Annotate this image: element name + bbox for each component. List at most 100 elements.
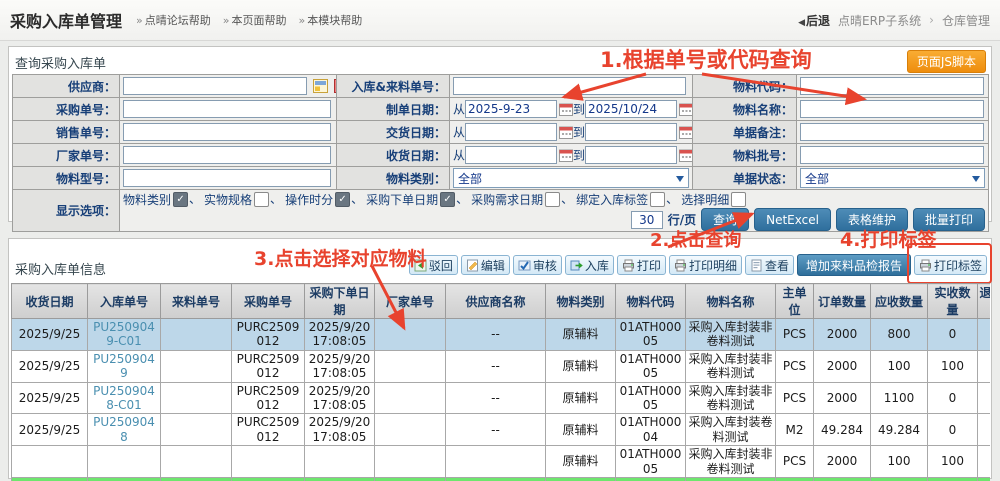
material-code-input[interactable] bbox=[800, 77, 984, 95]
back-button[interactable]: ◀后退 bbox=[798, 12, 830, 29]
inbound-no-input[interactable] bbox=[453, 77, 686, 95]
page-help-link[interactable]: »本页面帮助 bbox=[223, 12, 287, 28]
display-option-checkbox[interactable] bbox=[254, 192, 269, 207]
table-cell: 01ATH00005 bbox=[616, 382, 686, 414]
table-cell: 原辅料 bbox=[546, 414, 616, 446]
inbound-doc-link[interactable]: PU2509049-C01 bbox=[93, 320, 155, 348]
calendar-icon[interactable] bbox=[559, 149, 573, 162]
inbound-doc-link[interactable]: PU2509048 bbox=[93, 415, 155, 443]
inbound-doc-link[interactable]: PU2509048-C01 bbox=[93, 384, 155, 412]
to-label: 到 bbox=[573, 149, 585, 163]
page-js-script-button[interactable]: 页面JS脚本 bbox=[907, 50, 986, 73]
table-cell bbox=[978, 382, 991, 414]
netexcel-button[interactable]: NetExcel bbox=[754, 208, 831, 231]
chevron-right-icon: » bbox=[298, 14, 305, 27]
calendar-icon[interactable] bbox=[679, 103, 692, 116]
receive-date-to-input[interactable] bbox=[585, 146, 677, 164]
vendor-no-input[interactable] bbox=[123, 146, 331, 164]
breadcrumb-system[interactable]: 点晴ERP子系统 bbox=[838, 12, 921, 29]
material-model-input[interactable] bbox=[123, 169, 331, 187]
module-help-link[interactable]: »本模块帮助 bbox=[298, 12, 362, 28]
display-option-checkbox[interactable]: ✓ bbox=[173, 192, 188, 207]
display-option-checkbox[interactable] bbox=[650, 192, 665, 207]
from-label: 从 bbox=[453, 126, 465, 140]
purchase-no-input[interactable] bbox=[123, 100, 331, 118]
table-row[interactable]: 原辅料01ATH00005采购入库封装非卷料测试PCS2000100100 bbox=[12, 446, 991, 478]
search-button[interactable]: 查询 bbox=[701, 208, 749, 231]
page-size-input[interactable] bbox=[631, 211, 663, 229]
table-cell: 原辅料 bbox=[546, 350, 616, 382]
table-maintain-button[interactable]: 表格维护 bbox=[836, 208, 908, 231]
table-cell bbox=[375, 319, 446, 351]
table-row[interactable]: 2025/9/25PU2509049-C01PURC25090122025/9/… bbox=[12, 319, 991, 351]
table-cell: 49.284 bbox=[871, 414, 928, 446]
material-category-select[interactable]: 全部 bbox=[453, 168, 689, 188]
print-label-button[interactable]: 打印标签 bbox=[914, 255, 987, 275]
delivery-date-to-input[interactable] bbox=[585, 123, 677, 141]
breadcrumb-warehouse[interactable]: 仓库管理 bbox=[942, 12, 990, 29]
calendar-icon[interactable] bbox=[559, 103, 573, 116]
make-date-to-input[interactable] bbox=[585, 100, 677, 118]
inbound-doc-link[interactable]: PU2509049 bbox=[93, 352, 155, 380]
table-row[interactable]: 2025/9/25PU2509048-C01PURC25090122025/9/… bbox=[12, 382, 991, 414]
table-row[interactable]: 2025/9/25PU2509048PURC25090122025/9/20 1… bbox=[12, 414, 991, 446]
toolbar-items: 驳回编辑审核入库打印打印明细查看 bbox=[409, 255, 794, 275]
table-cell: 01ATH00005 bbox=[616, 319, 686, 351]
results-table-wrap: 收货日期入库单号来料单号采购单号采购下单日期厂家单号供应商名称物料类别物料代码物… bbox=[11, 283, 990, 481]
to-label: 到 bbox=[573, 126, 585, 140]
material-code-label: 物料代码： bbox=[693, 75, 797, 98]
column-header: 收货日期 bbox=[12, 284, 88, 319]
batch-print-button[interactable]: 批量打印 bbox=[913, 208, 985, 231]
total-cell bbox=[546, 477, 616, 481]
make-date-from-input[interactable] bbox=[465, 100, 557, 118]
calendar-icon[interactable] bbox=[679, 149, 692, 162]
make-date-label: 制单日期： bbox=[337, 98, 450, 121]
column-header: 实收数量 bbox=[928, 284, 978, 319]
table-cell: -- bbox=[446, 319, 546, 351]
审核-button[interactable]: 审核 bbox=[513, 255, 562, 275]
material-batch-input[interactable] bbox=[800, 146, 984, 164]
info-section-title: 采购入库单信息 bbox=[15, 259, 106, 278]
table-cell: PU2509049-C01 bbox=[88, 319, 161, 351]
sales-no-input[interactable] bbox=[123, 123, 331, 141]
table-cell bbox=[446, 446, 546, 478]
打印明细-button[interactable]: 打印明细 bbox=[669, 255, 742, 275]
入库-button[interactable]: 入库 bbox=[565, 255, 614, 275]
table-cell: 100 bbox=[871, 446, 928, 478]
table-row[interactable]: 2025/9/25PU2509049PURC25090122025/9/20 1… bbox=[12, 350, 991, 382]
doc-remark-input[interactable] bbox=[800, 123, 984, 141]
supplier-input[interactable] bbox=[123, 77, 307, 95]
display-option-checkbox[interactable] bbox=[731, 192, 746, 207]
material-name-input[interactable] bbox=[800, 100, 984, 118]
page-size-unit: 行/页 bbox=[668, 211, 696, 228]
edit-icon bbox=[466, 259, 479, 272]
sales-no-label: 销售单号： bbox=[13, 121, 120, 144]
column-header: 退货数量 bbox=[978, 284, 991, 319]
display-option-label: 物料类别 bbox=[123, 193, 171, 207]
display-option-checkbox[interactable] bbox=[545, 192, 560, 207]
display-option-checkbox[interactable]: ✓ bbox=[335, 192, 350, 207]
reject-icon bbox=[414, 259, 427, 272]
驳回-button[interactable]: 驳回 bbox=[409, 255, 458, 275]
display-option-checkbox[interactable]: ✓ bbox=[440, 192, 455, 207]
vendor-no-label: 厂家单号： bbox=[13, 144, 120, 167]
table-cell: 原辅料 bbox=[546, 446, 616, 478]
doc-status-select[interactable]: 全部 bbox=[800, 168, 985, 188]
calendar-icon[interactable] bbox=[559, 126, 573, 139]
receive-date-from-input[interactable] bbox=[465, 146, 557, 164]
编辑-button[interactable]: 编辑 bbox=[461, 255, 510, 275]
printer-icon bbox=[919, 259, 932, 272]
forum-help-link[interactable]: »点晴论坛帮助 bbox=[136, 12, 211, 28]
supplier-picker-icon[interactable] bbox=[313, 79, 328, 93]
delivery-date-from-input[interactable] bbox=[465, 123, 557, 141]
打印-button[interactable]: 打印 bbox=[617, 255, 666, 275]
calendar-icon[interactable] bbox=[679, 126, 692, 139]
add-inspection-report-button[interactable]: 增加来料品检报告 bbox=[797, 254, 911, 276]
table-cell bbox=[375, 414, 446, 446]
display-option-label: 采购需求日期 bbox=[471, 193, 543, 207]
table-cell bbox=[12, 446, 88, 478]
table-cell: M2 bbox=[776, 414, 814, 446]
查看-button[interactable]: 查看 bbox=[745, 255, 794, 275]
table-cell: 采购入库封装非卷料测试 bbox=[686, 350, 776, 382]
table-cell: 100 bbox=[928, 350, 978, 382]
